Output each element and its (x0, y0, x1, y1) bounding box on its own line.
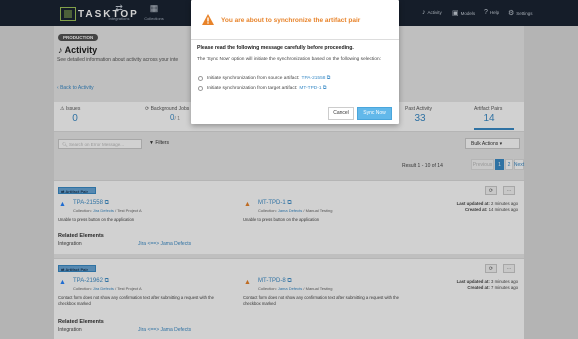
modal-title: You are about to synchronize the artifac… (221, 17, 361, 24)
cancel-button[interactable]: Cancel (328, 107, 354, 120)
modal-lead: Please read the following message carefu… (197, 45, 354, 51)
radio-circle[interactable] (198, 75, 203, 81)
modal-header: You are about to synchronize the artifac… (191, 0, 399, 40)
option-target-link[interactable]: MT-TPD-1 ⧉ (299, 85, 326, 91)
external-link-icon: ⧉ (326, 76, 331, 81)
option-source-link[interactable]: TPA-21558 ⧉ (302, 75, 331, 81)
sync-now-button[interactable]: Sync Now (357, 107, 392, 120)
option-source-radio[interactable]: Initiate synchronization from source art… (198, 75, 330, 81)
radio-circle[interactable] (198, 85, 203, 91)
warning-icon (202, 14, 214, 25)
external-link-icon: ⧉ (322, 86, 327, 91)
sync-confirmation-modal: You are about to synchronize the artifac… (191, 0, 399, 124)
option-target-radio[interactable]: Initiate synchronization from target art… (198, 85, 326, 91)
option-source-label: Initiate synchronization from source art… (207, 75, 300, 81)
modal-text: The 'Sync Now' option will initiate the … (197, 57, 381, 62)
option-target-label: Initiate synchronization from target art… (207, 85, 298, 91)
